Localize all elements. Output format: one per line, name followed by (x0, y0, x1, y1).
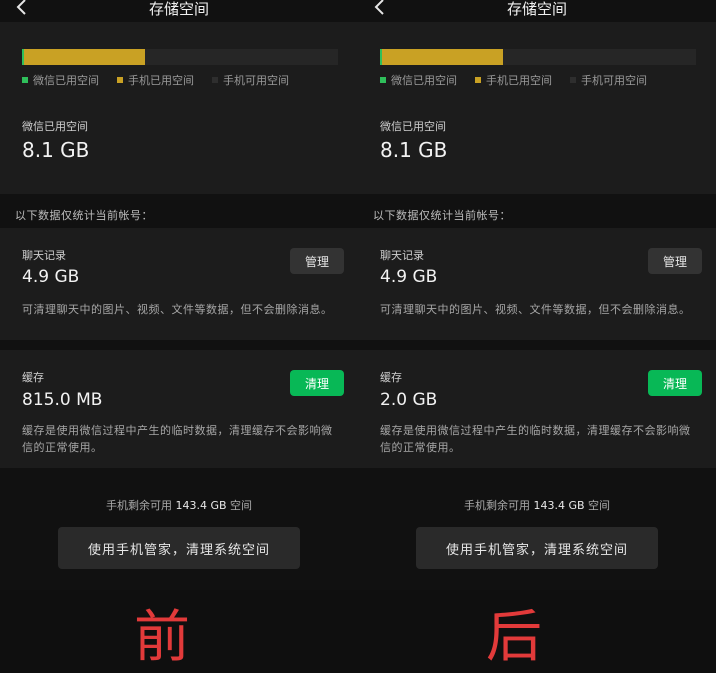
legend-swatch (22, 77, 28, 83)
wechat-used-label: 微信已用空间 (22, 120, 88, 133)
wechat-used-value: 8.1 GB (22, 138, 90, 162)
wechat-used-value: 8.1 GB (380, 138, 448, 162)
legend-item-phone-used: 手机已用空间 (117, 72, 194, 88)
chat-history-size: 4.9 GB (380, 267, 438, 287)
legend-item-wechat: 微信已用空间 (380, 72, 457, 88)
legend-item-wechat: 微信已用空间 (22, 72, 99, 88)
cache-label: 缓存 (380, 371, 402, 384)
caption-after: 后 (486, 605, 542, 670)
legend-swatch (380, 77, 386, 83)
legend-swatch (212, 77, 218, 83)
legend-label: 手机已用空间 (128, 74, 194, 87)
chat-history-card: 聊天记录 4.9 GB 管理 可清理聊天中的图片、视频、文件等数据，但不会删除消… (358, 228, 716, 340)
legend-swatch (117, 77, 123, 83)
phone-manager-button[interactable]: 使用手机管家，清理系统空间 (58, 527, 300, 569)
storage-bar-phone-used (381, 49, 504, 65)
phone-manager-button[interactable]: 使用手机管家，清理系统空间 (416, 527, 658, 569)
legend-swatch (570, 77, 576, 83)
chat-history-desc: 可清理聊天中的图片、视频、文件等数据，但不会删除消息。 (22, 303, 333, 316)
storage-overview-card: 微信已用空间 手机已用空间 手机可用空间 微信已用空间 8.1 GB (358, 22, 716, 194)
chat-history-card: 聊天记录 4.9 GB 管理 可清理聊天中的图片、视频、文件等数据，但不会删除消… (0, 228, 358, 340)
remaining-value: 143.4 GB (175, 499, 227, 512)
remaining-suffix: 空间 (230, 499, 253, 512)
legend-label: 微信已用空间 (33, 74, 99, 87)
chat-history-label: 聊天记录 (380, 249, 424, 262)
legend-swatch (475, 77, 481, 83)
panel-before: 存储空间 微信已用空间 手机已用空间 手机可用空间 微信已用空间 8.1 GB … (0, 0, 358, 590)
remaining-space: 手机剩余可用 143.4 GB 空间 (358, 497, 716, 513)
storage-legend: 微信已用空间 手机已用空间 手机可用空间 (380, 72, 647, 88)
remaining-value: 143.4 GB (533, 499, 585, 512)
storage-legend: 微信已用空间 手机已用空间 手机可用空间 (22, 72, 289, 88)
page-title: 存储空间 (506, 0, 567, 18)
cache-desc: 缓存是使用微信过程中产生的临时数据，清理缓存不会影响微信的正常使用。 (22, 424, 333, 454)
legend-label: 手机已用空间 (486, 74, 552, 87)
legend-label: 手机可用空间 (581, 74, 647, 87)
cache-label: 缓存 (22, 371, 44, 384)
storage-bar (380, 49, 696, 65)
cache-desc: 缓存是使用微信过程中产生的临时数据，清理缓存不会影响微信的正常使用。 (380, 424, 691, 454)
clean-button[interactable]: 清理 (648, 370, 702, 396)
legend-item-phone-free: 手机可用空间 (570, 72, 647, 88)
cache-card: 缓存 815.0 MB 清理 缓存是使用微信过程中产生的临时数据，清理缓存不会影… (0, 350, 358, 468)
legend-item-phone-used: 手机已用空间 (475, 72, 552, 88)
storage-overview-card: 微信已用空间 手机已用空间 手机可用空间 微信已用空间 8.1 GB (0, 22, 358, 194)
wechat-used-label: 微信已用空间 (380, 120, 446, 133)
cache-size: 2.0 GB (380, 390, 438, 410)
section-note: 以下数据仅统计当前帐号： (15, 209, 153, 222)
legend-item-phone-free: 手机可用空间 (212, 72, 289, 88)
legend-label: 微信已用空间 (391, 74, 457, 87)
clean-button[interactable]: 清理 (290, 370, 344, 396)
chat-history-label: 聊天记录 (22, 249, 66, 262)
remaining-suffix: 空间 (588, 499, 611, 512)
legend-label: 手机可用空间 (223, 74, 289, 87)
caption-before: 前 (134, 605, 190, 670)
storage-bar (22, 49, 338, 65)
remaining-prefix: 手机剩余可用 (463, 499, 530, 512)
page-title: 存储空间 (148, 0, 209, 18)
remaining-space: 手机剩余可用 143.4 GB 空间 (0, 497, 358, 513)
manage-button[interactable]: 管理 (648, 248, 702, 274)
cache-card: 缓存 2.0 GB 清理 缓存是使用微信过程中产生的临时数据，清理缓存不会影响微… (358, 350, 716, 468)
panel-after: 存储空间 微信已用空间 手机已用空间 手机可用空间 微信已用空间 8.1 GB … (358, 0, 716, 590)
chat-history-size: 4.9 GB (22, 267, 80, 287)
nav-bar: 存储空间 (0, 0, 358, 20)
storage-bar-phone-used (23, 49, 146, 65)
before-after-comparison: 存储空间 微信已用空间 手机已用空间 手机可用空间 微信已用空间 8.1 GB … (0, 0, 716, 673)
manage-button[interactable]: 管理 (290, 248, 344, 274)
section-note: 以下数据仅统计当前帐号： (373, 209, 511, 222)
cache-size: 815.0 MB (22, 390, 103, 410)
nav-bar: 存储空间 (358, 0, 716, 20)
chat-history-desc: 可清理聊天中的图片、视频、文件等数据，但不会删除消息。 (380, 303, 691, 316)
remaining-prefix: 手机剩余可用 (105, 499, 172, 512)
